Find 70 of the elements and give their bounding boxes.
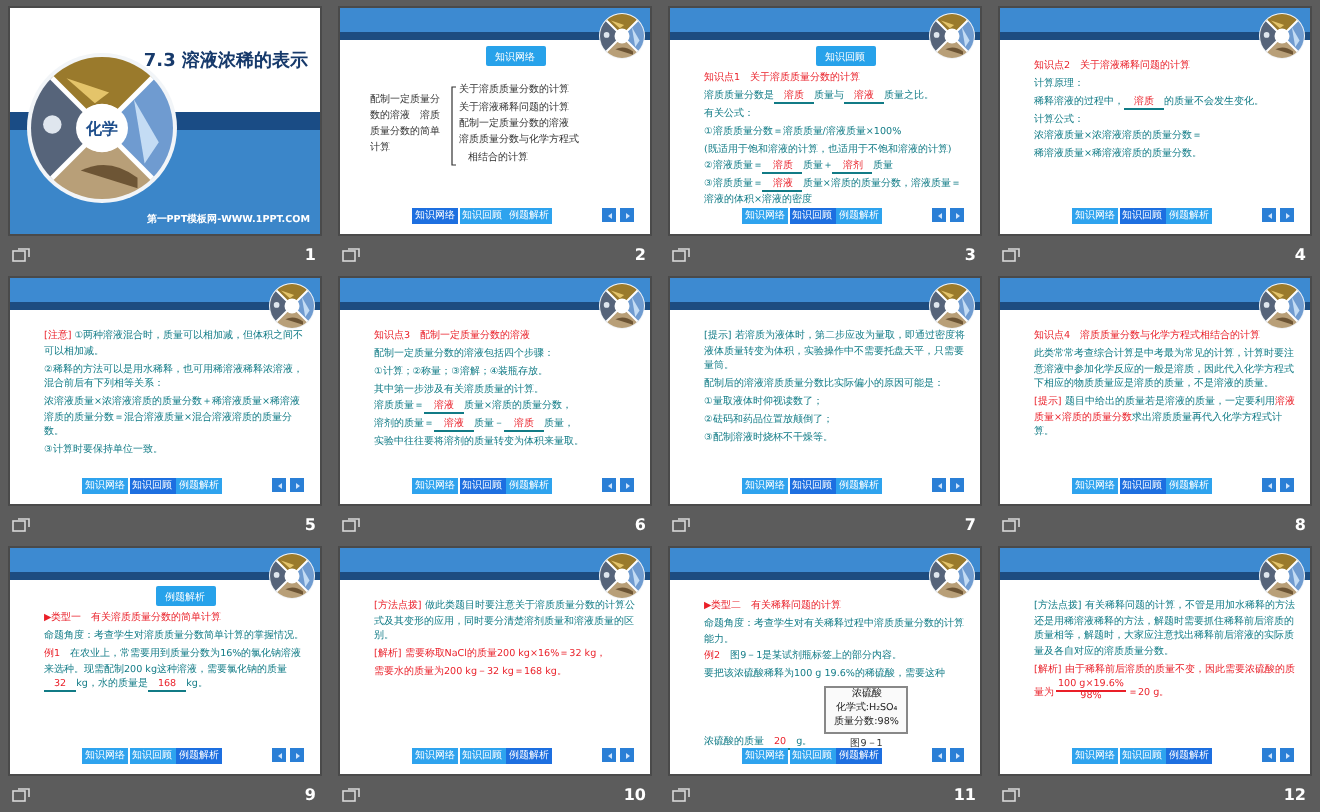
previous-button[interactable]: [932, 748, 946, 762]
previous-button[interactable]: [602, 208, 616, 222]
slide-title: 7.3 溶液浓稀的表示: [143, 48, 308, 73]
previous-button[interactable]: [272, 748, 286, 762]
right-arrow-icon: [1283, 211, 1291, 219]
left-arrow-icon: [275, 751, 283, 759]
next-button[interactable]: [950, 208, 964, 222]
transition-icon: [672, 247, 690, 261]
previous-button[interactable]: [932, 478, 946, 492]
slide-number: 11: [953, 785, 976, 803]
slide-number: 6: [634, 515, 646, 533]
previous-button[interactable]: [272, 478, 286, 492]
next-button[interactable]: [1280, 208, 1294, 222]
next-button[interactable]: [1280, 748, 1294, 762]
right-arrow-icon: [623, 751, 631, 759]
right-arrow-icon: [953, 211, 961, 219]
transition-icon: [12, 787, 30, 801]
right-arrow-icon: [293, 481, 301, 489]
left-arrow-icon: [1265, 751, 1273, 759]
transition-icon: [12, 247, 30, 261]
right-arrow-icon: [953, 481, 961, 489]
slide-number: 12: [1283, 785, 1306, 803]
slide-number: 2: [634, 245, 646, 263]
transition-icon: [342, 247, 360, 261]
left-arrow-icon: [935, 481, 943, 489]
left-arrow-icon: [1265, 481, 1273, 489]
slide-number: 9: [304, 785, 316, 803]
left-arrow-icon: [275, 481, 283, 489]
previous-button[interactable]: [1262, 478, 1276, 492]
right-arrow-icon: [623, 481, 631, 489]
next-button[interactable]: [950, 478, 964, 492]
left-arrow-icon: [605, 481, 613, 489]
next-button[interactable]: [290, 748, 304, 762]
next-button[interactable]: [950, 748, 964, 762]
previous-button[interactable]: [1262, 748, 1276, 762]
transition-icon: [672, 517, 690, 531]
next-button[interactable]: [620, 748, 634, 762]
previous-button[interactable]: [602, 478, 616, 492]
left-arrow-icon: [935, 751, 943, 759]
left-arrow-icon: [1265, 211, 1273, 219]
slide-number: 5: [304, 515, 316, 533]
transition-icon: [1002, 787, 1020, 801]
next-button[interactable]: [620, 478, 634, 492]
next-button[interactable]: [290, 478, 304, 492]
left-arrow-icon: [935, 211, 943, 219]
transition-icon: [342, 517, 360, 531]
next-button[interactable]: [1280, 478, 1294, 492]
transition-icon: [12, 517, 30, 531]
slide-number: 3: [964, 245, 976, 263]
right-arrow-icon: [1283, 751, 1291, 759]
transition-icon: [672, 787, 690, 801]
right-arrow-icon: [623, 211, 631, 219]
slide-number: 8: [1294, 515, 1306, 533]
transition-icon: [1002, 247, 1020, 261]
next-button[interactable]: [620, 208, 634, 222]
left-arrow-icon: [605, 751, 613, 759]
right-arrow-icon: [953, 751, 961, 759]
previous-button[interactable]: [932, 208, 946, 222]
slide-number: 7: [964, 515, 976, 533]
previous-button[interactable]: [602, 748, 616, 762]
right-arrow-icon: [1283, 481, 1291, 489]
transition-icon: [1002, 517, 1020, 531]
left-arrow-icon: [605, 211, 613, 219]
slide-number: 4: [1294, 245, 1306, 263]
slide-number: 1: [304, 245, 316, 263]
right-arrow-icon: [293, 751, 301, 759]
brace-icon: [450, 86, 457, 167]
transition-icon: [342, 787, 360, 801]
slide-number: 10: [623, 785, 646, 803]
previous-button[interactable]: [1262, 208, 1276, 222]
